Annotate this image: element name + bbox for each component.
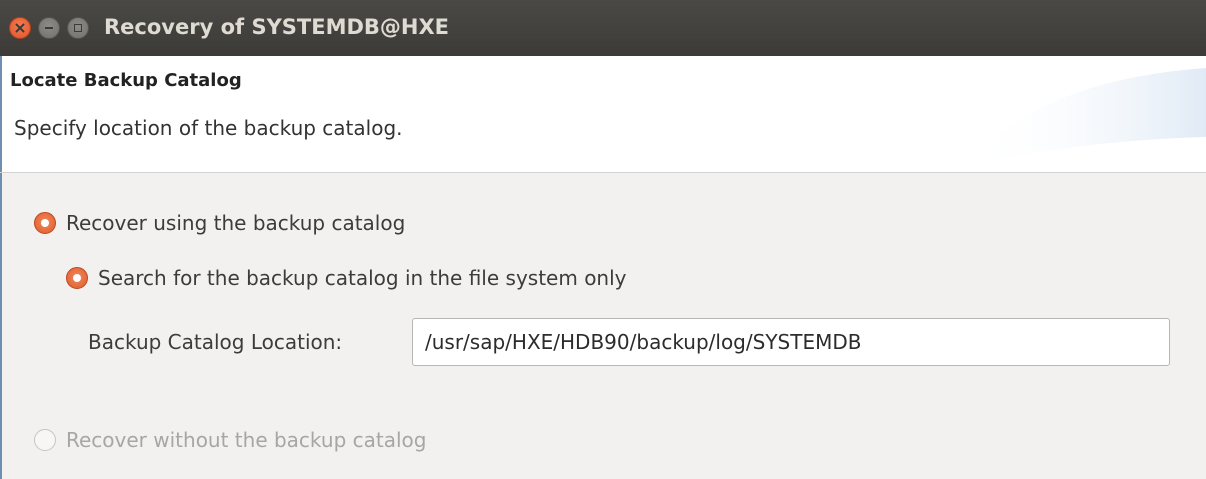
radio-unchecked-icon <box>34 429 56 451</box>
window-titlebar[interactable]: Recovery of SYSTEMDB@HXE <box>0 0 1206 56</box>
page-description: Specify location of the backup catalog. <box>14 116 403 140</box>
page-title: Locate Backup Catalog <box>10 70 242 91</box>
wizard-body: Recover using the backup catalog Search … <box>0 173 1206 479</box>
recover-without-catalog-option: Recover without the backup catalog <box>34 428 426 452</box>
radio-checked-icon[interactable] <box>66 267 88 289</box>
recover-with-catalog-option[interactable]: Recover using the backup catalog <box>34 211 405 235</box>
window-title: Recovery of SYSTEMDB@HXE <box>104 15 450 39</box>
close-icon[interactable] <box>9 17 31 39</box>
search-file-system-label: Search for the backup catalog in the fil… <box>98 266 627 290</box>
catalog-location-input[interactable] <box>412 318 1170 366</box>
recover-without-catalog-label: Recover without the backup catalog <box>66 428 427 452</box>
catalog-location-label: Backup Catalog Location: <box>88 330 343 354</box>
recover-with-catalog-label: Recover using the backup catalog <box>66 211 406 235</box>
maximize-icon[interactable] <box>67 17 89 39</box>
search-file-system-option[interactable]: Search for the backup catalog in the fil… <box>66 266 627 290</box>
wizard-header: Locate Backup Catalog Specify location o… <box>0 56 1206 172</box>
header-banner-decoration <box>966 68 1206 166</box>
radio-checked-icon[interactable] <box>34 212 56 234</box>
minimize-icon[interactable] <box>38 17 60 39</box>
